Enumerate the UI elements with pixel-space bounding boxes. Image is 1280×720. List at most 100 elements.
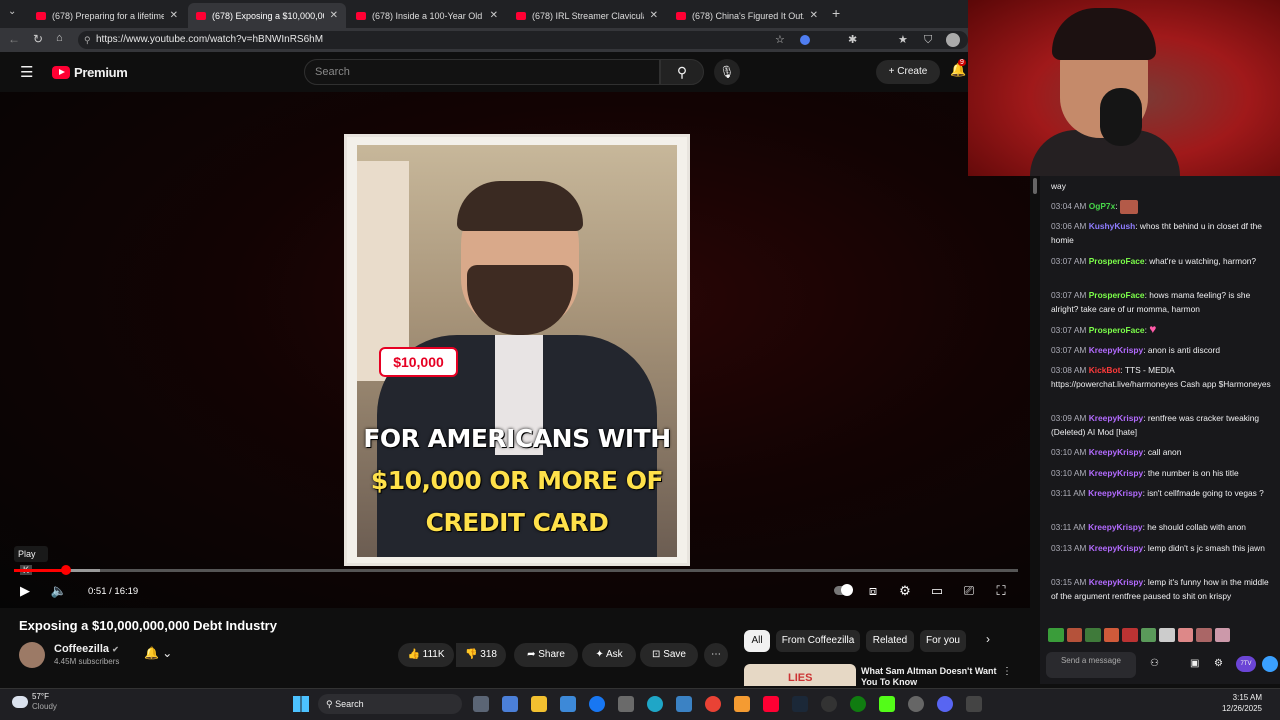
discord-icon[interactable] [937, 696, 953, 712]
emote-icon[interactable] [1122, 628, 1138, 642]
channel-name[interactable]: Coffeezilla ✔ [54, 643, 119, 655]
chat-username[interactable]: ProsperoFace [1089, 256, 1145, 266]
close-tab-icon[interactable]: ✕ [170, 10, 178, 21]
new-tab-icon[interactable]: + [832, 5, 840, 21]
close-tab-icon[interactable]: ✕ [650, 10, 658, 21]
windows-start-icon[interactable] [293, 696, 309, 712]
close-tab-icon[interactable]: ✕ [330, 10, 338, 21]
extensions-puzzle-icon[interactable]: ✱ [848, 31, 857, 49]
emote-icon[interactable] [1085, 628, 1101, 642]
recommended-title[interactable]: What Sam Altman Doesn't Want You To Know [861, 666, 997, 688]
copilot-icon[interactable] [502, 696, 518, 712]
emote-icon[interactable] [1048, 628, 1064, 642]
shield-icon[interactable]: ⛉ [924, 31, 932, 49]
profile-avatar[interactable] [946, 33, 960, 47]
youtube-logo[interactable]: Premium [52, 65, 128, 80]
chips-next-button[interactable]: › [986, 632, 990, 646]
emote-icon[interactable] [1103, 628, 1119, 642]
weather-widget[interactable]: 57°F Cloudy [12, 692, 57, 712]
like-button[interactable]: 👍 111K [398, 643, 454, 667]
dislike-button[interactable]: 👎 318 [456, 643, 506, 667]
steam-icon[interactable] [792, 696, 808, 712]
recommended-more-icon[interactable]: ⋮ [1002, 666, 1012, 677]
emote-icon[interactable] [1066, 628, 1082, 642]
emote-icon[interactable] [1140, 628, 1156, 642]
browser-tab-2[interactable]: (678) Exposing a $10,000,000,000 ✕ [188, 3, 346, 28]
chat-username[interactable]: KreepyKrispy [1089, 577, 1143, 587]
emote-icon[interactable] [1159, 628, 1175, 642]
chat-username[interactable]: KreepyKrispy [1089, 543, 1143, 553]
settings-button[interactable]: ⚙ [894, 582, 916, 600]
chat-username[interactable]: ProsperoFace [1089, 325, 1145, 335]
fullscreen-button[interactable]: ⛶ [990, 582, 1012, 600]
chrome-icon[interactable] [705, 696, 721, 712]
reload-icon[interactable]: ↻ [33, 32, 43, 46]
settings-app-icon[interactable] [821, 696, 837, 712]
chat-input[interactable]: Send a message [1046, 652, 1136, 678]
back-icon[interactable]: ← [8, 32, 20, 46]
chat-username[interactable]: KreepyKrispy [1089, 468, 1143, 478]
tab-list-chevron-icon[interactable]: ⌄ [8, 6, 16, 17]
facebook-icon[interactable] [589, 696, 605, 712]
address-bar[interactable]: ⚲ https://www.youtube.com/watch?v=hBNWIn… [78, 31, 968, 49]
chat-settings-icon[interactable]: ⚙ [1214, 658, 1223, 669]
bookmark-star-icon[interactable]: ☆ [775, 31, 785, 49]
clock[interactable]: 3:15 AM 12/26/2025 [1200, 692, 1262, 714]
chat-scrollbar[interactable] [1030, 176, 1040, 684]
calculator-icon[interactable] [676, 696, 692, 712]
extension-icon[interactable] [800, 35, 810, 45]
task-view-icon[interactable] [473, 696, 489, 712]
chat-username[interactable]: KreepyKrispy [1089, 447, 1143, 457]
notifications-button[interactable]: 🔔 9 [950, 59, 966, 78]
voice-search-button[interactable]: 🎙 [714, 59, 740, 85]
chip-for-you[interactable]: For you [920, 630, 966, 652]
xbox-icon[interactable] [850, 696, 866, 712]
site-info-icon[interactable]: ⚲ [84, 31, 91, 49]
share-button[interactable]: ➦ Share [514, 643, 578, 667]
edge-icon[interactable] [647, 696, 663, 712]
chat-username[interactable]: KickBot [1089, 365, 1121, 375]
app-icon-3[interactable] [966, 696, 982, 712]
gift-icon[interactable]: ▣ [1190, 658, 1199, 669]
menu-icon[interactable]: ☰ [20, 63, 33, 81]
kick-icon[interactable] [879, 696, 895, 712]
chat-username[interactable]: KushyKush [1089, 221, 1136, 231]
save-button[interactable]: ⊡ Save [640, 643, 698, 667]
recommended-thumbnail[interactable]: LIES [744, 664, 856, 686]
browser-tab-4[interactable]: (678) IRL Streamer Clavicular Just E ✕ [508, 3, 666, 28]
play-button[interactable]: ▶ [14, 582, 36, 600]
ask-button[interactable]: ✦ Ask [582, 643, 636, 667]
chat-username[interactable]: KreepyKrispy [1089, 345, 1143, 355]
chat-username[interactable]: ProsperoFace [1089, 290, 1145, 300]
browser-tab-1[interactable]: (678) Preparing for a lifetime ✕ [28, 3, 186, 28]
captions-button[interactable]: ⧈ [862, 582, 884, 600]
favorites-icon[interactable]: ★ [898, 31, 908, 49]
chip-all[interactable]: All [744, 630, 770, 652]
chat-username[interactable]: KreepyKrispy [1088, 488, 1142, 498]
close-tab-icon[interactable]: ✕ [490, 10, 498, 21]
create-button[interactable]: + Create [876, 60, 940, 84]
home-icon[interactable]: ⌂ [56, 32, 63, 44]
app-icon-2[interactable] [908, 696, 924, 712]
app-icon[interactable] [618, 696, 634, 712]
search-input[interactable]: Search [304, 59, 660, 85]
7tv-badge[interactable]: 7TV [1236, 656, 1256, 672]
emote-icon[interactable] [1177, 628, 1193, 642]
progress-bar[interactable] [14, 569, 1018, 572]
miniplayer-button[interactable]: ▭ [926, 582, 948, 600]
chat-username[interactable]: KreepyKrispy [1088, 522, 1142, 532]
subscribed-bell-button[interactable]: 🔔 ⌄ [144, 646, 172, 660]
chat-username[interactable]: OgP7x [1089, 201, 1116, 211]
vlc-icon[interactable] [734, 696, 750, 712]
browser-tab-3[interactable]: (678) Inside a 100-Year Old Farm T ✕ [348, 3, 506, 28]
search-button[interactable]: ⚲ [660, 59, 704, 85]
chip-from-channel[interactable]: From Coffeezilla [776, 630, 860, 652]
youtube-app-icon[interactable] [763, 696, 779, 712]
mute-button[interactable]: 🔈 [48, 582, 70, 600]
file-explorer-icon[interactable] [531, 696, 547, 712]
people-icon[interactable]: ⚇ [1150, 658, 1159, 669]
close-tab-icon[interactable]: ✕ [810, 10, 818, 21]
more-actions-button[interactable]: ⋯ [704, 643, 728, 667]
store-icon[interactable] [560, 696, 576, 712]
taskbar-search[interactable]: ⚲ Search [318, 694, 462, 714]
